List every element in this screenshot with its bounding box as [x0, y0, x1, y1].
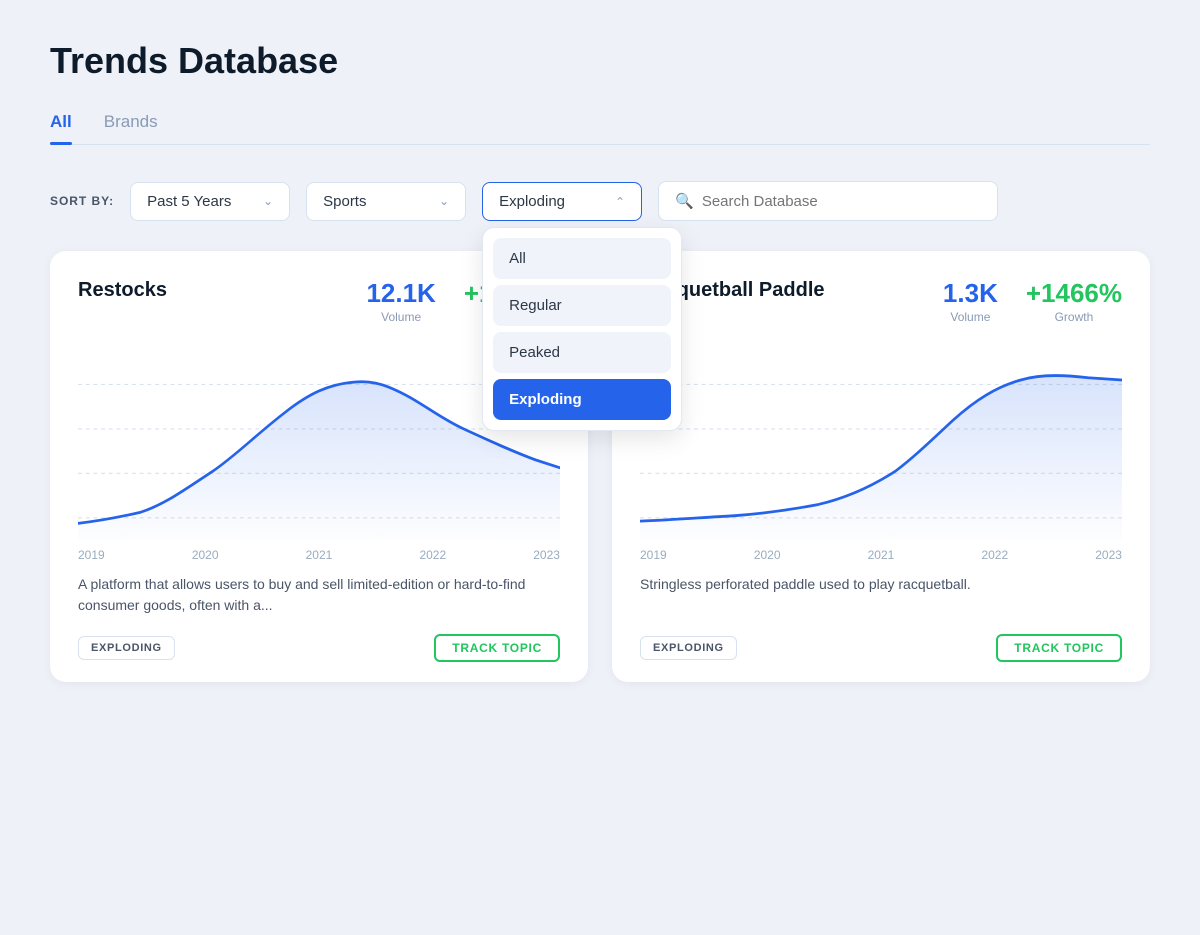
- trend-dropdown-menu: All Regular Peaked Exploding: [482, 227, 682, 431]
- chart-racquetball: [640, 340, 1122, 540]
- search-input[interactable]: [702, 193, 981, 210]
- tab-brands[interactable]: Brands: [104, 112, 158, 144]
- card-header: Racquetball Paddle 1.3K Volume +1466% Gr…: [640, 279, 1122, 324]
- trend-filter-wrapper: Exploding ⌄ All Regular Peaked Exploding: [482, 182, 642, 221]
- growth-label: Growth: [1026, 310, 1122, 324]
- tabs-container: All Brands: [50, 112, 1150, 145]
- track-topic-button[interactable]: TRACK TOPIC: [996, 634, 1122, 662]
- chevron-down-icon: ⌄: [263, 194, 273, 208]
- time-filter[interactable]: Past 5 Years ⌄: [130, 182, 290, 221]
- trend-filter-value: Exploding: [499, 193, 565, 210]
- volume-label: Volume: [366, 310, 435, 324]
- card-title: Restocks: [78, 279, 167, 302]
- volume-value: 12.1K: [366, 279, 435, 308]
- card-description: A platform that allows users to buy and …: [78, 574, 560, 618]
- chart-year-label: 2021: [306, 548, 333, 562]
- chart-year-label: 2023: [533, 548, 560, 562]
- page-title: Trends Database: [50, 40, 1150, 82]
- volume-value: 1.3K: [943, 279, 998, 308]
- filters-bar: SORT BY: Past 5 Years ⌄ Sports ⌄ Explodi…: [50, 181, 1150, 221]
- stat-volume: 12.1K Volume: [366, 279, 435, 324]
- sort-label: SORT BY:: [50, 194, 114, 208]
- dropdown-item-all[interactable]: All: [493, 238, 671, 279]
- chart-labels-racquetball: 2019 2020 2021 2022 2023: [640, 548, 1122, 562]
- card-stats: 1.3K Volume +1466% Growth: [943, 279, 1122, 324]
- category-filter-value: Sports: [323, 193, 366, 210]
- chevron-up-icon: ⌄: [615, 194, 625, 208]
- card-footer: EXPLODING TRACK TOPIC: [640, 634, 1122, 662]
- chevron-down-icon: ⌄: [439, 194, 449, 208]
- chart-year-label: 2020: [754, 548, 781, 562]
- dropdown-item-exploding[interactable]: Exploding: [493, 379, 671, 420]
- exploding-badge: EXPLODING: [78, 636, 175, 660]
- chart-year-label: 2019: [78, 548, 105, 562]
- chart-labels-restocks: 2019 2020 2021 2022 2023: [78, 548, 560, 562]
- chart-year-label: 2020: [192, 548, 219, 562]
- stat-volume: 1.3K Volume: [943, 279, 998, 324]
- dropdown-item-regular[interactable]: Regular: [493, 285, 671, 326]
- stat-growth: +1466% Growth: [1026, 279, 1122, 324]
- time-filter-value: Past 5 Years: [147, 193, 231, 210]
- category-filter[interactable]: Sports ⌄: [306, 182, 466, 221]
- tab-all[interactable]: All: [50, 112, 72, 144]
- chart-year-label: 2023: [1095, 548, 1122, 562]
- search-box[interactable]: 🔍: [658, 181, 998, 221]
- trend-filter[interactable]: Exploding ⌄: [482, 182, 642, 221]
- chart-year-label: 2021: [868, 548, 895, 562]
- card-racquetball: Racquetball Paddle 1.3K Volume +1466% Gr…: [612, 251, 1150, 682]
- track-topic-button[interactable]: TRACK TOPIC: [434, 634, 560, 662]
- exploding-badge: EXPLODING: [640, 636, 737, 660]
- chart-year-label: 2019: [640, 548, 667, 562]
- chart-year-label: 2022: [981, 548, 1008, 562]
- card-description: Stringless perforated paddle used to pla…: [640, 574, 1122, 618]
- search-icon: 🔍: [675, 192, 694, 210]
- volume-label: Volume: [943, 310, 998, 324]
- card-footer: EXPLODING TRACK TOPIC: [78, 634, 560, 662]
- growth-value: +1466%: [1026, 279, 1122, 308]
- dropdown-item-peaked[interactable]: Peaked: [493, 332, 671, 373]
- chart-year-label: 2022: [419, 548, 446, 562]
